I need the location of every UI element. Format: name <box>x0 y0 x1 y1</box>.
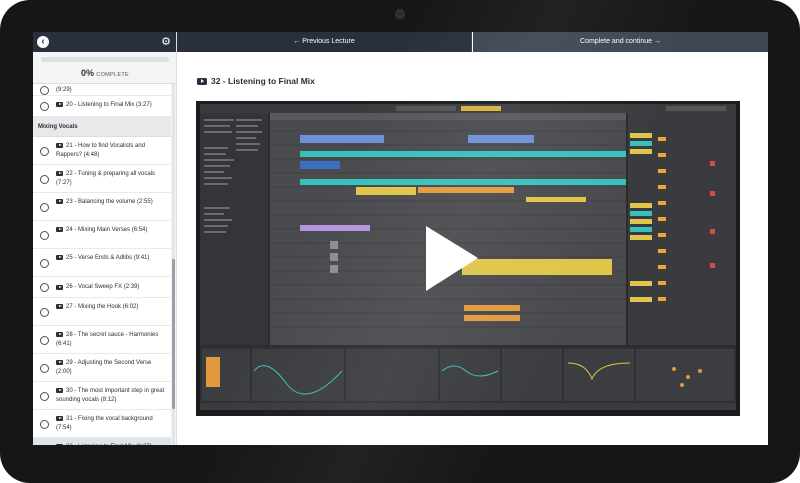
incomplete-circle-icon[interactable] <box>40 85 49 95</box>
video-icon <box>197 77 207 85</box>
lecture-title: 24 - Mixing Main Verses (6:54) <box>66 227 148 233</box>
video-frame <box>196 101 740 416</box>
back-arrow-icon[interactable]: ‹ <box>37 36 49 48</box>
gear-icon[interactable]: ⚙ <box>161 35 171 49</box>
progress-text: 0% COMPLETE <box>33 68 176 78</box>
section-header: Mixing Vocals <box>33 117 171 137</box>
lecture-title: 28 - The secret sauce - Harmonies (6:41) <box>56 332 159 347</box>
incomplete-circle-icon[interactable] <box>40 202 49 212</box>
lecture-item[interactable]: 31 - Fixing the vocal background (7:54) <box>33 410 171 438</box>
incomplete-circle-icon[interactable] <box>40 419 49 429</box>
sidebar-header: ‹ ⚙ <box>33 32 176 52</box>
lecture-item[interactable]: 28 - The secret sauce - Harmonies (6:41) <box>33 326 171 354</box>
lecture-title: 26 - Vocal Sweep FX (2:39) <box>66 284 140 290</box>
lecture-item[interactable]: 30 - The most important step in great so… <box>33 382 171 410</box>
incomplete-circle-icon[interactable] <box>40 258 49 268</box>
video-player[interactable] <box>196 101 740 416</box>
incomplete-circle-icon[interactable] <box>40 307 49 317</box>
lecture-title: 32 - Listening to Final Mix <box>197 75 315 87</box>
lecture-item[interactable]: 26 - Vocal Sweep FX (2:39) <box>33 277 171 298</box>
previous-lecture-button[interactable]: ← Previous Lecture <box>177 32 472 52</box>
incomplete-circle-icon[interactable] <box>40 283 49 292</box>
lecture-title: (9:29) <box>56 86 72 93</box>
incomplete-circle-icon[interactable] <box>40 174 49 184</box>
lecture-title: 25 - Verse Ends & Adlibs (9:41) <box>66 255 150 261</box>
incomplete-circle-icon[interactable] <box>40 230 49 240</box>
lecture-title: 32 - Listening to Final Mix (2:27) <box>56 443 167 445</box>
lecture-title-text: 32 - Listening to Final Mix <box>211 76 315 86</box>
camera <box>395 9 405 19</box>
lecture-item[interactable]: 20 - Listening to Final Mix (3:27) <box>33 96 171 117</box>
lecture-item[interactable]: 24 - Mixing Main Verses (6:54) <box>33 221 171 249</box>
progress-percent: 0% <box>81 68 95 78</box>
lecture-item[interactable]: 29 - Adjusting the Second Verse (2:00) <box>33 354 171 382</box>
complete-and-continue-button[interactable]: Complete and continue → <box>473 32 768 52</box>
incomplete-circle-icon[interactable] <box>40 363 49 373</box>
sidebar-scrollbar[interactable] <box>172 84 175 445</box>
lecture-title: 20 - Listening to Final Mix (3:27) <box>66 102 152 108</box>
incomplete-circle-icon[interactable] <box>40 335 49 345</box>
lecture-list: (9:29) 20 - Listening to Final Mix (3:27)… <box>33 84 171 445</box>
incomplete-circle-icon[interactable] <box>40 391 49 401</box>
lecture-title: 21 - How to find Vocalists and Rappers? … <box>56 143 146 158</box>
incomplete-circle-icon[interactable] <box>40 146 49 156</box>
lecture-title: 22 - Tuning & preparing all vocals (7:27… <box>56 171 156 186</box>
screen: ‹ ⚙ 0% COMPLETE (9:29) 20 - Listening to … <box>33 32 768 445</box>
lecture-title: 30 - The most important step in great so… <box>56 388 165 403</box>
lecture-item[interactable]: (9:29) <box>33 84 171 96</box>
curriculum-sidebar: ‹ ⚙ 0% COMPLETE (9:29) 20 - Listening to … <box>33 32 177 445</box>
tablet-frame: ‹ ⚙ 0% COMPLETE (9:29) 20 - Listening to … <box>0 0 800 483</box>
lecture-item[interactable]: 27 - Mixing the Hook (6:02) <box>33 298 171 326</box>
lecture-nav: ← Previous Lecture Complete and continue… <box>177 32 768 52</box>
lecture-title: 31 - Fixing the vocal background (7:54) <box>56 416 153 431</box>
lecture-item[interactable]: 23 - Balancing the volume (2:55) <box>33 193 171 221</box>
progress-label: COMPLETE <box>96 72 129 78</box>
lecture-title: 27 - Mixing the Hook (6:02) <box>66 304 139 310</box>
course-progress: 0% COMPLETE <box>33 52 176 84</box>
incomplete-circle-icon[interactable] <box>40 102 49 111</box>
lecture-item-current[interactable]: 32 - Listening to Final Mix (2:27) <box>33 438 171 445</box>
lecture-title: 29 - Adjusting the Second Verse (2:00) <box>56 360 152 375</box>
lecture-title: 23 - Balancing the volume (2:55) <box>66 199 153 205</box>
progress-bar <box>41 57 169 62</box>
lecture-item[interactable]: 22 - Tuning & preparing all vocals (7:27… <box>33 165 171 193</box>
scrollbar-thumb[interactable] <box>172 259 175 409</box>
lecture-item[interactable]: 21 - How to find Vocalists and Rappers? … <box>33 137 171 165</box>
lecture-item[interactable]: 25 - Verse Ends & Adlibs (9:41) <box>33 249 171 277</box>
